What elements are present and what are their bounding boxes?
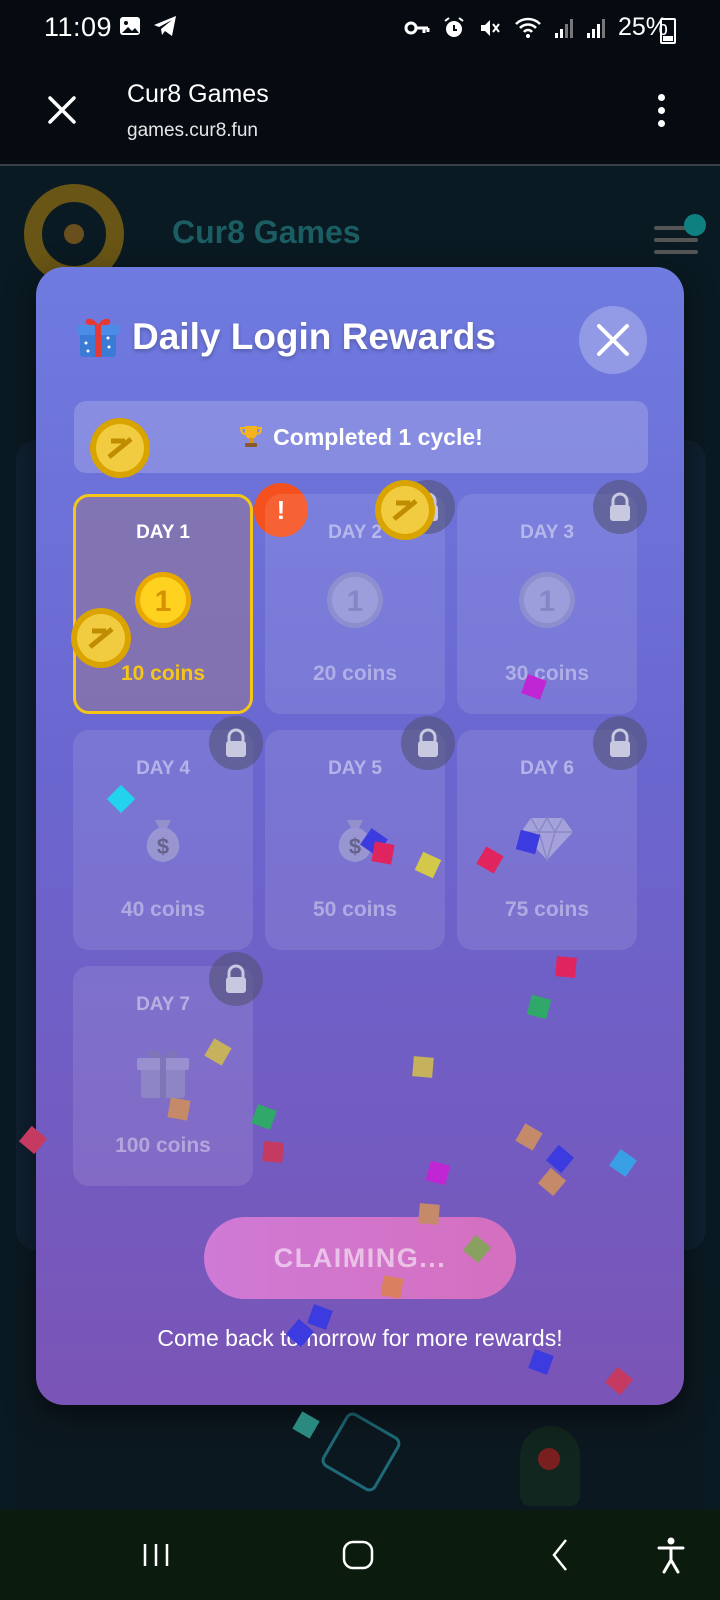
recent-apps-icon[interactable] [140,1532,172,1578]
status-time: 11:09 [44,12,113,42]
key-icon [404,21,430,34]
alarm-icon [444,16,464,37]
day-label: DAY 1 [136,522,190,543]
browser-toolbar: Cur8 Games games.cur8.fun [0,58,720,166]
confetti-piece [371,841,395,865]
reward-amount: 75 coins [504,898,590,921]
claim-button[interactable]: CLAIMING... [204,1217,516,1299]
reward-amount: 30 coins [504,662,590,685]
coin-icon: 1 [135,572,191,628]
confetti-piece [425,1160,451,1186]
trophy-icon [240,426,263,447]
confetti-piece [604,1366,634,1396]
confetti-piece [251,1104,277,1130]
status-bar: 11:09 25% [0,0,720,58]
browser-page-title: Cur8 Games [127,80,269,108]
signal-icon [586,18,605,38]
day-card-1[interactable]: DAY 1 1 10 coins ! [73,483,308,714]
money-bag-icon: $ [146,820,180,862]
wifi-icon [515,17,541,38]
flying-coin-icon [90,418,150,478]
confetti-piece [412,1056,434,1078]
lock-icon [593,480,647,534]
daily-rewards-modal: Daily Login Rewards Completed 1 cycle! D… [36,267,684,1405]
lock-icon [209,716,263,770]
cycle-status-text: Completed 1 cycle! [273,423,483,450]
status-notification-icons [118,14,178,38]
svg-text:$: $ [157,834,169,859]
gallery-icon [120,17,140,35]
day-card-3[interactable]: DAY 3 1 30 coins [457,480,647,714]
svg-text:1: 1 [155,585,172,618]
lock-icon [209,952,263,1006]
site-title: Cur8 Games [172,214,361,250]
home-icon[interactable] [340,1532,376,1578]
browser-url[interactable]: games.cur8.fun [127,120,258,142]
more-options-icon[interactable] [658,94,666,133]
gift-icon [137,1050,189,1098]
confetti-piece [167,1097,191,1121]
reward-amount: 40 coins [120,898,206,921]
svg-text:$: $ [349,834,361,859]
notification-dot [684,214,706,236]
confetti-piece [380,1275,404,1299]
flying-coin-icon [375,480,435,540]
lock-icon [401,716,455,770]
svg-text:1: 1 [347,585,364,618]
day-card-6[interactable]: DAY 6 75 coins [457,716,647,950]
confetti-piece [515,1123,543,1151]
signal-icon [554,18,573,38]
system-navigation-bar [0,1510,720,1600]
back-icon[interactable] [548,1532,572,1578]
modal-close-button[interactable] [579,306,647,374]
close-tab-icon[interactable] [44,92,80,128]
reward-amount: 20 coins [312,662,398,685]
day-card-4[interactable]: DAY 4 $ 40 coins [73,716,263,950]
mute-icon [480,19,500,36]
flying-coin-icon [71,608,131,668]
close-icon [597,324,629,356]
reward-amount: 100 coins [115,1134,211,1157]
footer-message: Come back tomorrow for more rewards! [157,1325,563,1351]
battery-icon [660,18,676,44]
confetti-piece [528,1349,554,1375]
lock-icon [593,716,647,770]
reward-amount: 50 coins [312,898,398,921]
confetti-piece [418,1203,440,1225]
day-card-7[interactable]: DAY 7 100 coins [73,952,263,1186]
telegram-icon [154,16,176,36]
modal-title: Daily Login Rewards [132,316,496,357]
confetti-piece [555,956,577,978]
coin-icon: 1 [327,572,383,628]
confetti-piece [262,1141,284,1163]
gift-icon [77,318,119,357]
svg-text:1: 1 [539,585,556,618]
cycle-status-banner: Completed 1 cycle! [74,401,648,473]
confetti-piece [526,994,552,1020]
confetti-piece [609,1149,637,1177]
rocket-icon [520,1426,580,1506]
accessibility-icon[interactable] [655,1532,687,1578]
status-system-icons: 25% [404,13,668,42]
modal-header: Daily Login Rewards [74,313,496,361]
coin-icon: 1 [519,572,575,628]
day-card-5[interactable]: DAY 5 $ 50 coins [265,716,455,950]
